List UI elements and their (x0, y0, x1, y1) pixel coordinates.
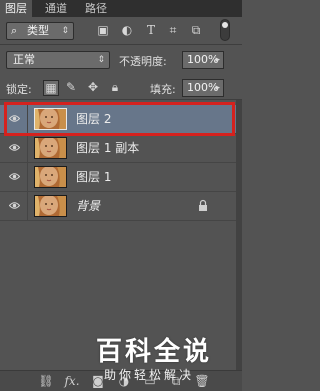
lock-all-icon[interactable]: 🔒︎ (108, 80, 122, 94)
layer-name[interactable]: 背景 (76, 192, 100, 220)
lock-transparent-pixels-icon[interactable]: ▦ (43, 80, 59, 96)
layer-row[interactable]: 图层 2 (0, 105, 236, 134)
chevron-down-icon[interactable]: ▸ (215, 52, 220, 68)
eye-icon (9, 115, 20, 122)
layers-scrollbar[interactable] (236, 100, 242, 370)
type-filter-icon[interactable]: T (144, 24, 158, 36)
opacity-label: 不透明度: (119, 55, 167, 68)
watermark-title: 百科全说 (96, 337, 213, 367)
tab-layers[interactable]: 图层 (0, 0, 32, 17)
filter-toggle[interactable] (220, 19, 230, 41)
eye-icon (9, 202, 20, 209)
visibility-toggle[interactable] (0, 105, 28, 133)
fill-value: 100% (187, 81, 219, 94)
chevron-updown-icon: ⇕ (61, 26, 69, 36)
layer-thumbnail (34, 195, 67, 217)
layer-name[interactable]: 图层 2 (76, 105, 111, 133)
adjustment-filter-icon[interactable]: ◐ (120, 24, 134, 36)
visibility-toggle[interactable] (0, 192, 28, 220)
layer-name[interactable]: 图层 1 (76, 163, 111, 191)
link-layers-icon[interactable]: ⛓︎ (38, 373, 54, 389)
layer-row[interactable]: 背景 (0, 192, 236, 221)
image-filter-icon[interactable]: ▣ (96, 24, 110, 36)
lock-image-pixels-icon[interactable]: ✎ (64, 80, 78, 94)
eye-icon (9, 173, 20, 180)
layer-kind-filter-select[interactable]: ⌕ 类型 ⇕ (6, 22, 74, 40)
fill-label: 填充: (150, 83, 176, 96)
layer-row[interactable]: 图层 1 (0, 163, 236, 192)
chevron-updown-icon: ⇕ (97, 55, 105, 65)
visibility-toggle[interactable] (0, 134, 28, 162)
tab-paths[interactable]: 路径 (80, 0, 112, 17)
layers-list: 图层 2 图层 1 副本 图层 1 背景 (0, 100, 236, 370)
blend-mode-select[interactable]: 正常 ⇕ (6, 51, 110, 69)
shape-filter-icon[interactable]: ⌗ (166, 24, 180, 36)
tab-channels[interactable]: 通道 (40, 0, 72, 17)
lock-position-icon[interactable]: ✥ (86, 80, 100, 94)
layer-thumbnail (34, 166, 67, 188)
fill-field[interactable]: 100% ▸ (182, 79, 224, 97)
layer-row[interactable]: 图层 1 副本 (0, 134, 236, 163)
lock-label: 锁定: (6, 83, 32, 96)
lock-icon (199, 199, 207, 211)
layer-thumbnail (34, 137, 67, 159)
fx-button[interactable]: fx. (64, 373, 80, 389)
opacity-field[interactable]: 100% ▸ (182, 51, 224, 69)
eye-icon (9, 144, 20, 151)
layer-kind-label: 类型 (27, 24, 49, 37)
opacity-value: 100% (187, 53, 219, 66)
watermark: 百科全说 助你轻松解决 (80, 336, 242, 390)
visibility-toggle[interactable] (0, 163, 28, 191)
layer-name[interactable]: 图层 1 副本 (76, 134, 139, 162)
divider (0, 44, 242, 45)
chevron-down-icon[interactable]: ▸ (215, 80, 220, 96)
search-icon: ⌕ (11, 24, 18, 37)
toggle-knob (222, 22, 228, 28)
smart-object-filter-icon[interactable]: ⧉ (189, 24, 203, 36)
watermark-subtitle: 助你轻松解决 (104, 368, 195, 382)
blend-mode-value: 正常 (13, 53, 35, 66)
layer-thumbnail (34, 108, 67, 130)
panel-tab-bar: 图层 通道 路径 (0, 0, 242, 17)
